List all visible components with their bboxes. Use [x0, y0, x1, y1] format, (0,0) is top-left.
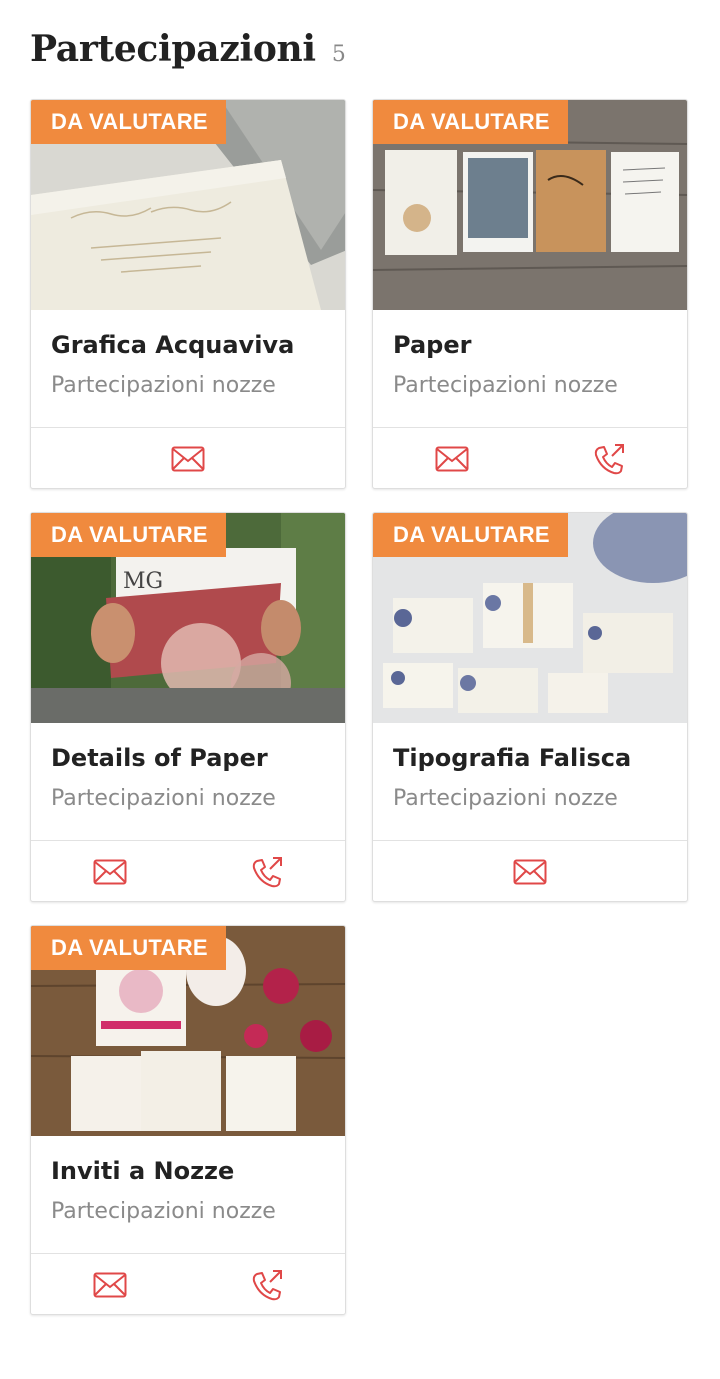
vendor-category: Partecipazioni nozze	[51, 786, 276, 811]
vendor-card[interactable]: MG DA VALUTARE Details of Paper Partecip…	[30, 512, 346, 902]
contact-phone-button[interactable]	[569, 434, 649, 484]
status-badge: DA VALUTARE	[373, 513, 568, 557]
vendor-card[interactable]: DA VALUTARE Inviti a Nozze Partecipazion…	[30, 925, 346, 1315]
item-count: 5	[331, 42, 346, 67]
mail-icon	[513, 859, 547, 885]
vendor-name[interactable]: Details of Paper	[51, 743, 325, 773]
status-badge: DA VALUTARE	[373, 100, 568, 144]
vendor-photo[interactable]: DA VALUTARE	[373, 513, 687, 723]
contact-email-button[interactable]	[70, 1260, 150, 1310]
mail-icon	[435, 446, 468, 472]
phone-icon	[594, 444, 624, 475]
vendor-name[interactable]: Tipografia Falisca	[393, 743, 667, 773]
contact-phone-button[interactable]	[227, 847, 307, 897]
vendor-card[interactable]: DA VALUTARE Tipografia Falisca Partecipa…	[372, 512, 688, 902]
contact-phone-button[interactable]	[227, 1260, 307, 1310]
phone-icon	[252, 857, 282, 888]
vendor-category: Partecipazioni nozze	[393, 786, 618, 811]
phone-icon	[252, 1270, 282, 1301]
vendor-category: Partecipazioni nozze	[51, 1199, 276, 1224]
status-badge: DA VALUTARE	[31, 100, 226, 144]
svg-text:MG: MG	[123, 569, 163, 594]
mail-icon	[93, 1272, 126, 1298]
page-title: Partecipazioni	[30, 28, 316, 70]
vendor-photo[interactable]: DA VALUTARE	[373, 100, 687, 310]
contact-email-button[interactable]	[70, 847, 150, 897]
vendor-photo[interactable]: DA VALUTARE	[31, 100, 345, 310]
vendor-photo[interactable]: DA VALUTARE	[31, 926, 345, 1136]
vendor-card[interactable]: DA VALUTARE Paper Partecipazioni nozze	[372, 99, 688, 489]
mail-icon	[171, 446, 205, 472]
mail-icon	[93, 859, 126, 885]
vendor-name[interactable]: Paper	[393, 330, 667, 360]
contact-email-button[interactable]	[148, 434, 228, 484]
contact-email-button[interactable]	[412, 434, 492, 484]
vendor-name[interactable]: Grafica Acquaviva	[51, 330, 325, 360]
page-header: Partecipazioni 5	[30, 28, 346, 78]
vendor-photo[interactable]: MG DA VALUTARE	[31, 513, 345, 723]
status-badge: DA VALUTARE	[31, 926, 226, 970]
contact-email-button[interactable]	[490, 847, 570, 897]
vendor-name[interactable]: Inviti a Nozze	[51, 1156, 325, 1186]
vendor-category: Partecipazioni nozze	[393, 373, 618, 398]
vendor-card[interactable]: DA VALUTARE Grafica Acquaviva Partecipaz…	[30, 99, 346, 489]
status-badge: DA VALUTARE	[31, 513, 226, 557]
vendor-category: Partecipazioni nozze	[51, 373, 276, 398]
